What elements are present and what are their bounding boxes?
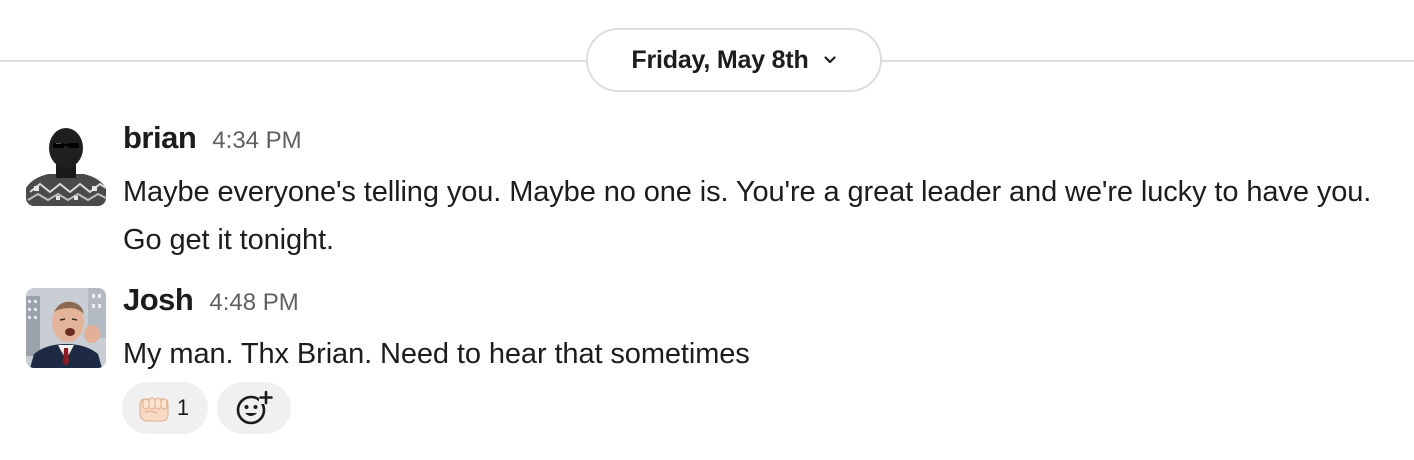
avatar[interactable] (26, 126, 106, 206)
author-name[interactable]: Josh (123, 282, 194, 318)
timestamp[interactable]: 4:48 PM (209, 289, 298, 317)
message-header: Josh 4:48 PM (123, 282, 299, 318)
add-reaction-icon (236, 390, 273, 425)
avatar[interactable] (26, 288, 106, 368)
reaction-count: 1 (176, 395, 190, 420)
fist-bump-emoji-icon (139, 397, 169, 422)
user-avatar-image (26, 288, 106, 368)
reaction-pill-fist-bump[interactable]: 1 (122, 382, 208, 434)
user-avatar-image (26, 126, 106, 206)
add-reaction-button[interactable] (217, 382, 291, 434)
message-header: brian 4:34 PM (123, 120, 302, 156)
chevron-down-icon (823, 56, 836, 64)
message-text: Maybe everyone's telling you. Maybe no o… (123, 176, 1372, 256)
timestamp[interactable]: 4:34 PM (212, 127, 301, 155)
message-text: My man. Thx Brian. Need to hear that som… (123, 338, 750, 370)
date-jump-button[interactable]: Friday, May 8th (586, 28, 882, 92)
date-label: Friday, May 8th (631, 45, 809, 74)
reactions-bar: 1 (122, 382, 291, 434)
author-name[interactable]: brian (123, 120, 197, 156)
